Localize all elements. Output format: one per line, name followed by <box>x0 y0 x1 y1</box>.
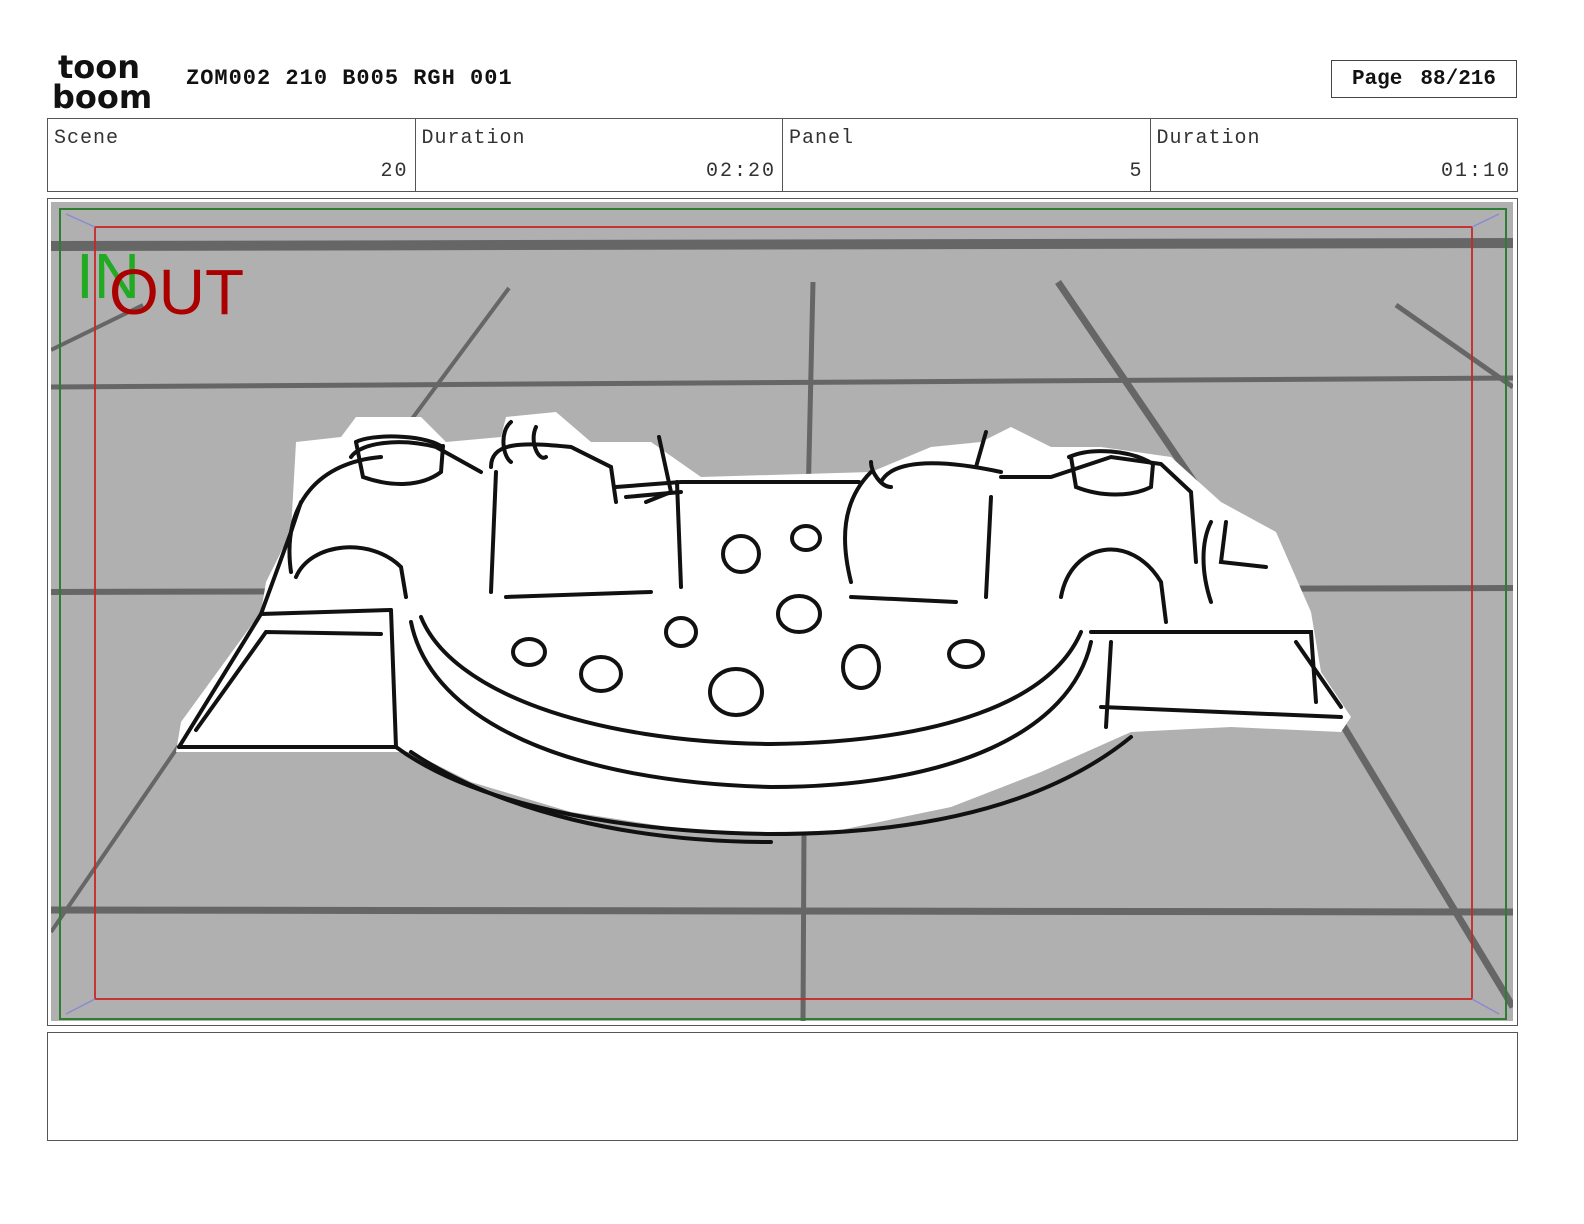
scene-cell: Scene 20 <box>48 119 416 191</box>
page-indicator: Page 88/216 <box>1331 60 1517 98</box>
scene-duration-label: Duration <box>421 127 526 150</box>
scene-value: 20 <box>380 160 409 183</box>
scene-duration-value: 02:20 <box>705 160 776 183</box>
panel-duration-label: Duration <box>1156 127 1261 150</box>
panel-artwork: IN OUT <box>51 202 1513 1021</box>
page-number: 88/216 <box>1420 67 1497 91</box>
project-title: ZOM002 210 B005 RGH 001 <box>186 66 513 91</box>
logo-text-bottom: boom <box>52 78 152 112</box>
info-row: Scene 20 Duration 02:20 Panel 5 Duration… <box>47 118 1518 192</box>
out-marker: OUT <box>109 256 244 328</box>
panel-duration-value: 01:10 <box>1440 160 1511 183</box>
page-label: Page <box>1351 67 1403 91</box>
notes-box <box>47 1032 1518 1141</box>
storyboard-panel: IN OUT <box>47 198 1518 1026</box>
panel-label: Panel <box>789 127 855 150</box>
panel-value: 5 <box>1129 160 1144 183</box>
panel-duration-cell: Duration 01:10 <box>1151 119 1518 191</box>
panel-cell: Panel 5 <box>783 119 1151 191</box>
scene-duration-cell: Duration 02:20 <box>416 119 783 191</box>
toon-boom-logo: toon boom <box>52 50 152 112</box>
scene-label: Scene <box>54 127 120 150</box>
